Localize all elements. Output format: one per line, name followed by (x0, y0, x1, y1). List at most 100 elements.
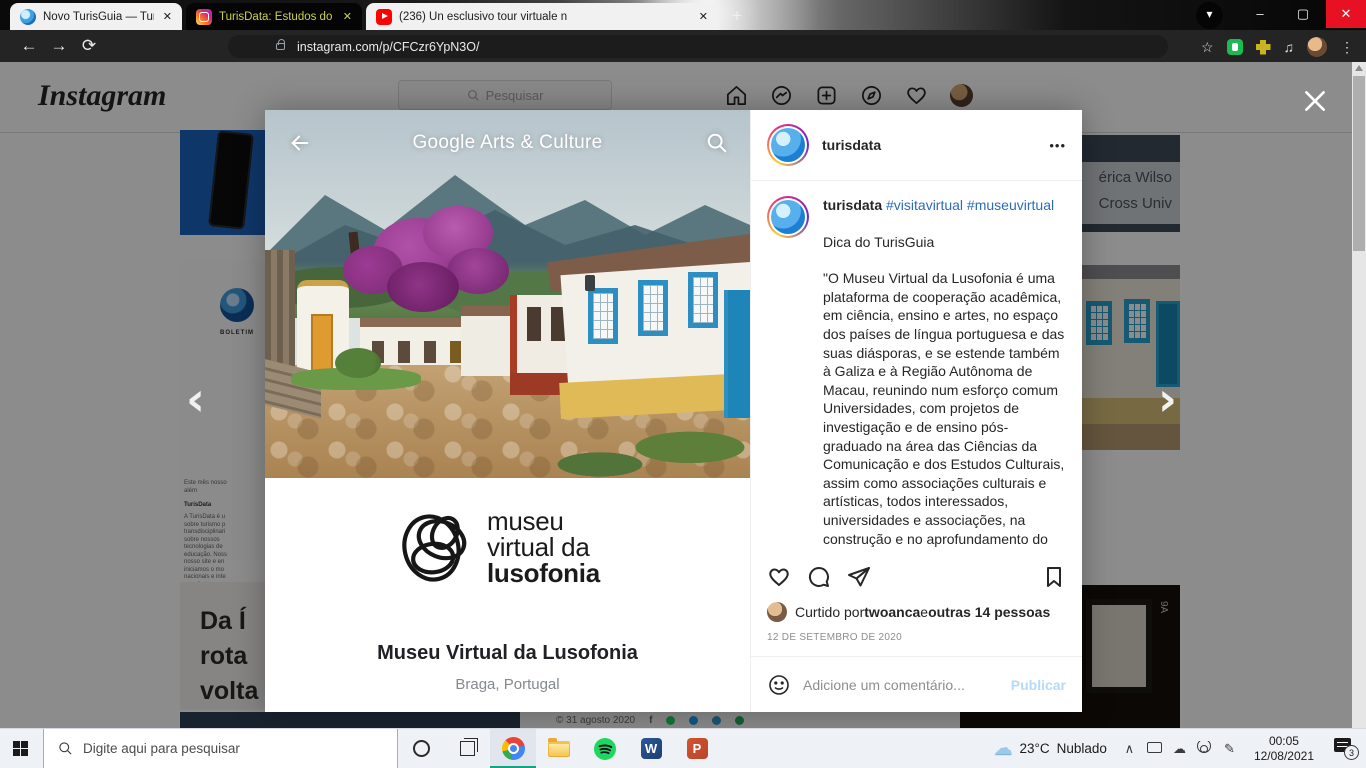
browser-profile-avatar[interactable] (1307, 37, 1327, 57)
post-actions (751, 554, 1082, 600)
chevron-circle-button[interactable]: ▾ (1196, 2, 1223, 29)
new-tab-button[interactable]: + (724, 4, 750, 28)
notification-center-button[interactable]: 3 (1326, 729, 1366, 768)
extension-icon[interactable] (1227, 39, 1243, 55)
post-details-panel: turisdata ••• turisdata #visitavirtual #… (750, 110, 1082, 712)
screen-cast-icon[interactable] (1142, 741, 1167, 756)
ga-app-header: Google Arts & Culture (265, 110, 750, 180)
screen: Novo TurisGuia — Turisdata-RJ ✕ TurisDat… (0, 0, 1366, 768)
tab-title: (236) Un esclusivo tour virtuale n (399, 11, 690, 23)
wifi-icon[interactable] (1192, 741, 1217, 756)
taskbar-search-input[interactable] (83, 741, 363, 756)
spotify-icon[interactable] (582, 729, 628, 768)
window-minimize-button[interactable]: – (1240, 0, 1280, 28)
liker-avatar[interactable] (767, 602, 787, 622)
file-explorer-icon[interactable] (536, 729, 582, 768)
house-blue-windows (560, 220, 750, 420)
tray-expand-chevron[interactable]: ∧ (1117, 741, 1142, 757)
ga-search-icon[interactable] (706, 132, 728, 154)
turisdata-avatar (771, 200, 805, 234)
system-tray: ☁ 23°C Nublado ∧ ☁ ✎ 00:05 12/08/2021 3 (983, 729, 1366, 768)
caption-line: Dica do TurisGuia (823, 233, 1066, 252)
story-ring[interactable] (767, 196, 809, 238)
caption-area[interactable]: turisdata #visitavirtual #museuvirtual D… (751, 182, 1082, 554)
weather-widget[interactable]: ☁ 23°C Nublado (983, 737, 1116, 760)
comment-icon[interactable] (807, 565, 831, 589)
media-queue-icon[interactable]: ♫ (1284, 39, 1295, 55)
post-username[interactable]: turisdata (822, 137, 881, 153)
post-date: 12 DE SETEMBRO DE 2020 (767, 632, 902, 643)
tab-turisguia[interactable]: Novo TurisGuia — Turisdata-RJ ✕ (10, 3, 182, 30)
tab-youtube[interactable]: (236) Un esclusivo tour virtuale n ✕ (366, 3, 718, 30)
save-bookmark-icon[interactable] (1042, 565, 1066, 589)
reload-button[interactable]: ⟳ (74, 36, 104, 56)
caption-hashtags[interactable]: #visitavirtual #museuvirtual (886, 197, 1054, 213)
weather-condition: Nublado (1057, 741, 1107, 756)
purple-tree (343, 188, 513, 338)
logo-line: museu (487, 508, 600, 534)
likes-username[interactable]: twoanca (864, 604, 920, 620)
post-header: turisdata ••• (751, 110, 1082, 181)
scrollbar-thumb[interactable] (1353, 76, 1365, 251)
tray-date: 12/08/2021 (1254, 749, 1314, 764)
onedrive-cloud-icon[interactable]: ☁ (1167, 741, 1192, 757)
post-image[interactable]: Google Arts & Culture museu (265, 110, 750, 712)
scroll-up-arrow[interactable] (1355, 65, 1363, 71)
ga-app-title: Google Arts & Culture (265, 132, 750, 154)
comment-input[interactable] (803, 677, 999, 693)
weather-temp: 23°C (1019, 741, 1049, 756)
forward-button[interactable]: → (44, 36, 74, 56)
browser-menu-icon[interactable]: ⋮ (1340, 39, 1354, 56)
task-view-button[interactable] (444, 729, 490, 768)
page-viewport: Instagram Pesquisar (0, 62, 1366, 728)
caption-username[interactable]: turisdata (823, 197, 882, 213)
share-plane-icon[interactable] (847, 565, 871, 589)
window-maximize-button[interactable]: ▢ (1283, 0, 1323, 28)
back-button[interactable]: ← (14, 36, 44, 56)
extensions-puzzle-icon[interactable] (1256, 40, 1271, 55)
cortana-button[interactable] (398, 729, 444, 768)
bookmark-star-icon[interactable]: ☆ (1201, 39, 1214, 56)
start-button[interactable] (13, 741, 28, 756)
emoji-icon[interactable] (767, 673, 791, 697)
tab-instagram-active[interactable]: TurisData: Estudos do Turismo (@ ✕ (186, 3, 362, 30)
museum-info-card: museu virtual da lusofonia Museu Virtual… (265, 478, 750, 712)
tab-close-icon[interactable]: ✕ (341, 10, 354, 23)
next-post-chevron[interactable]: › (1158, 384, 1177, 414)
modal-close-button[interactable] (1302, 88, 1328, 119)
museum-location: Braga, Portugal (265, 676, 750, 693)
browser-scrollbar[interactable] (1352, 62, 1366, 728)
window-close-button[interactable]: ✕ (1326, 0, 1366, 28)
blue-door (724, 290, 750, 418)
powerpoint-icon[interactable]: P (674, 729, 720, 768)
pen-icon[interactable]: ✎ (1217, 741, 1242, 757)
logo-line: lusofonia (487, 560, 600, 586)
likes-others[interactable]: outras 14 pessoas (928, 604, 1050, 620)
grass (550, 410, 750, 478)
search-icon (58, 741, 73, 756)
taskbar-search[interactable] (43, 729, 398, 768)
tab-close-icon[interactable]: ✕ (161, 10, 174, 23)
clock[interactable]: 00:05 12/08/2021 (1242, 734, 1326, 764)
tab-close-icon[interactable]: ✕ (697, 10, 710, 23)
publish-button[interactable]: Publicar (1011, 677, 1066, 693)
post-options-icon[interactable]: ••• (1049, 138, 1066, 153)
likes-mid: e (920, 604, 928, 620)
story-ring[interactable] (767, 124, 809, 166)
post-modal: Google Arts & Culture museu (265, 110, 1082, 712)
windows-taskbar: W P ☁ 23°C Nublado ∧ ☁ ✎ 00:05 12/08/202… (0, 728, 1366, 768)
weather-cloud-icon: ☁ (993, 737, 1012, 760)
previous-post-chevron[interactable]: ‹ (186, 384, 205, 414)
caption-text: turisdata #visitavirtual #museuvirtual D… (823, 196, 1066, 548)
like-heart-icon[interactable] (767, 565, 791, 589)
chrome-taskbar-icon[interactable] (490, 729, 536, 768)
museum-title: Museu Virtual da Lusofonia (265, 642, 750, 665)
close-icon (1302, 88, 1328, 114)
bush (335, 348, 381, 378)
url-field[interactable]: instagram.com/p/CFCzr6YpN3O/ (228, 35, 1168, 58)
turisdata-favicon (20, 9, 36, 25)
museum-logo-text: museu virtual da lusofonia (487, 508, 600, 586)
address-bar-actions: ☆ ♫ ⋮ (1201, 32, 1354, 62)
likes-row: Curtido por twoanca e outras 14 pessoas (767, 602, 1050, 622)
word-icon[interactable]: W (628, 729, 674, 768)
